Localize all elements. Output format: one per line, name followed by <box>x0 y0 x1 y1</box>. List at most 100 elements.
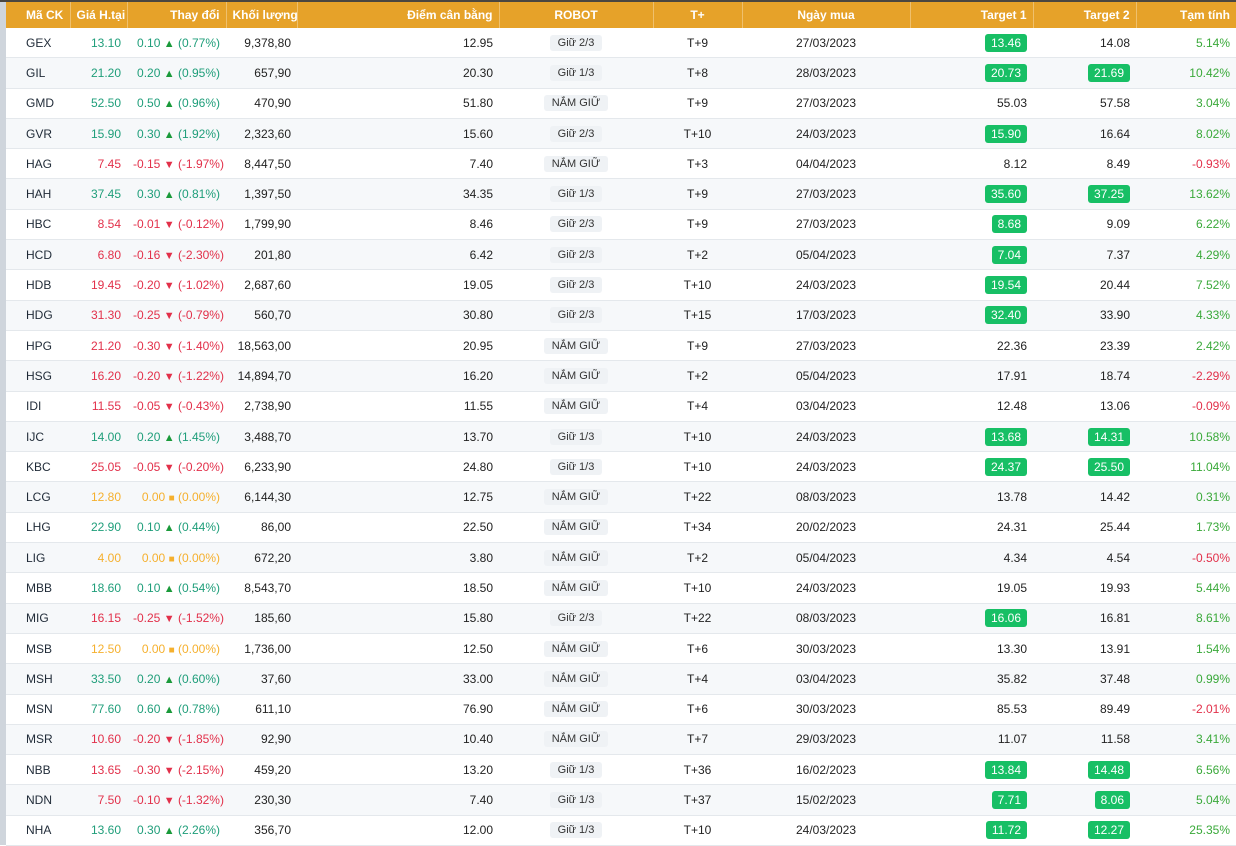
target-2: 57.58 <box>1099 96 1130 111</box>
robot-signal-badge: NẮM GIỮ <box>543 367 609 384</box>
table-row[interactable]: MSN 77.60 0.60 ▲ (0.78%) 611,10 76.90 NẮM GIỮ… <box>6 694 1236 725</box>
price-cell: 10.60 <box>70 724 127 756</box>
price-cell: 21.20 <box>70 330 127 362</box>
table-row[interactable]: LHG 22.90 0.10 ▲ (0.44%) 86,00 22.50 NẮM GIỮ T… <box>6 512 1236 544</box>
stock-code: LCG <box>26 490 51 505</box>
change-percent: (0.00%) <box>177 550 220 565</box>
table-row[interactable]: NBB 13.65 -0.30 ▼ (-2.15%) 459,20 13.20 Giữ 1… <box>6 754 1236 786</box>
table-row[interactable]: KBC 25.05 -0.05 ▼ (-0.20%) 6,233,90 24.80 Giữ… <box>6 451 1236 483</box>
arrow-down-icon: ▼ <box>163 795 175 808</box>
robot-cell: NẮM GIỮ <box>499 572 653 604</box>
change-percent: (-0.12%) <box>177 217 224 232</box>
change-percent: (-2.30%) <box>177 247 224 262</box>
header-balance-point[interactable]: Điểm cân bằng <box>297 2 500 28</box>
header-code[interactable]: Mã CK <box>6 2 71 28</box>
table-row[interactable]: NHA 13.60 0.30 ▲ (2.26%) 356,70 12.00 Giữ 1/3… <box>6 815 1236 846</box>
target-1-hit-badge: 16.06 <box>984 609 1027 628</box>
target-2: 14.42 <box>1099 490 1130 505</box>
table-row[interactable]: MSB 12.50 0.00 ■ (0.00%) 1,736,00 12.50 NẮM G… <box>6 633 1236 665</box>
table-row[interactable]: HDB 19.45 -0.20 ▼ (-1.02%) 2,687,60 19.05 Giữ… <box>6 269 1236 301</box>
balance-point: 13.70 <box>462 429 493 444</box>
header-target-1[interactable]: Target 1 <box>910 2 1034 28</box>
estimate-cell: -2.29% <box>1136 360 1236 392</box>
arrow-up-icon: ▲ <box>163 673 175 686</box>
header-change[interactable]: Thay đổi <box>127 2 227 28</box>
table-row[interactable]: HPG 21.20 -0.30 ▼ (-1.40%) 18,563,00 20.95 NẮ… <box>6 330 1236 362</box>
volume-cell: 6,233,90 <box>226 451 297 483</box>
table-row[interactable]: MIG 16.15 -0.25 ▼ (-1.52%) 185,60 15.80 Giữ 2… <box>6 603 1236 634</box>
stock-code-cell: KBC <box>6 451 70 483</box>
table-row[interactable]: HSG 16.20 -0.20 ▼ (-1.22%) 14,894,70 16.20 NẮ… <box>6 360 1236 392</box>
t-plus: T+34 <box>683 520 712 535</box>
table-row[interactable]: HAH 37.45 0.30 ▲ (0.81%) 1,397,50 34.35 Giữ 1… <box>6 178 1236 210</box>
buy-date-cell: 24/03/2023 <box>742 421 910 453</box>
t-plus-cell: T+9 <box>653 330 742 362</box>
target-2-cell: 19.93 <box>1033 572 1136 604</box>
target-1: 55.03 <box>996 96 1027 111</box>
change-cell: 0.10 ▲ (0.54%) <box>127 572 226 604</box>
target-2: 8.49 <box>1106 156 1130 171</box>
target-2: 19.93 <box>1099 580 1130 595</box>
header-robot[interactable]: ROBOT <box>499 2 654 28</box>
buy-date-cell: 16/02/2023 <box>742 754 910 786</box>
balance-cell: 12.00 <box>297 815 499 846</box>
t-plus: T+10 <box>683 126 712 141</box>
table-row[interactable]: IJC 14.00 0.20 ▲ (1.45%) 3,488,70 13.70 Giữ 1… <box>6 421 1236 453</box>
change-cell: 0.30 ▲ (1.92%) <box>127 118 226 150</box>
header-t-plus[interactable]: T+ <box>653 2 743 28</box>
target-1: 4.34 <box>1003 550 1027 565</box>
header-price[interactable]: Giá H.tại <box>70 2 128 28</box>
table-row[interactable]: GVR 15.90 0.30 ▲ (1.92%) 2,323,60 15.60 Giữ 2… <box>6 118 1236 150</box>
table-row[interactable]: HAG 7.45 -0.15 ▼ (-1.97%) 8,447,50 7.40 NẮM G… <box>6 148 1236 180</box>
balance-point: 12.00 <box>462 823 493 838</box>
t-plus-cell: T+9 <box>653 88 742 119</box>
stock-code-cell: GVR <box>6 118 70 150</box>
t-plus: T+2 <box>686 550 708 565</box>
current-price: 16.15 <box>90 611 121 626</box>
table-row[interactable]: LCG 12.80 0.00 ■ (0.00%) 6,144,30 12.75 NẮM G… <box>6 481 1236 513</box>
table-row[interactable]: MSH 33.50 0.20 ▲ (0.60%) 37,60 33.00 NẮM GIỮ T… <box>6 663 1236 695</box>
estimate-cell: 5.04% <box>1136 784 1236 816</box>
table-row[interactable]: GMD 52.50 0.50 ▲ (0.96%) 470,90 51.80 NẮM GIỮ… <box>6 88 1236 119</box>
target-2-cell: 57.58 <box>1033 88 1136 119</box>
balance-point: 8.46 <box>469 217 493 232</box>
change-percent: (1.92%) <box>177 126 220 141</box>
change-cell: -0.05 ▼ (-0.20%) <box>127 451 226 483</box>
table-row[interactable]: IDI 11.55 -0.05 ▼ (-0.43%) 2,738,90 11.55 NẮM… <box>6 391 1236 422</box>
table-row[interactable]: MSR 10.60 -0.20 ▼ (-1.85%) 92,90 10.40 NẮM GI… <box>6 724 1236 756</box>
change-percent: (-1.40%) <box>177 338 224 353</box>
t-plus: T+9 <box>686 217 708 232</box>
t-plus-cell: T+3 <box>653 148 742 180</box>
volume-cell: 2,687,60 <box>226 269 297 301</box>
target-2-cell: 37.48 <box>1033 663 1136 695</box>
buy-date: 27/03/2023 <box>795 187 857 202</box>
arrow-down-icon: ▼ <box>163 219 175 232</box>
estimate-percent: 13.62% <box>1189 187 1230 202</box>
header-volume[interactable]: Khối lượng <box>226 2 298 28</box>
table-row[interactable]: GEX 13.10 0.10 ▲ (0.77%) 9,378,80 12.95 Giữ 2… <box>6 28 1236 59</box>
table-row[interactable]: NDN 7.50 -0.10 ▼ (-1.32%) 230,30 7.40 Giữ 1/3… <box>6 784 1236 816</box>
balance-cell: 76.90 <box>297 694 499 725</box>
t-plus-cell: T+10 <box>653 815 742 846</box>
target-2: 89.49 <box>1099 702 1130 717</box>
table-row[interactable]: LIG 4.00 0.00 ■ (0.00%) 672,20 3.80 NẮM GIỮ T+… <box>6 542 1236 574</box>
table-row[interactable]: HCD 6.80 -0.16 ▼ (-2.30%) 201,80 6.42 Giữ 2/3… <box>6 239 1236 271</box>
header-estimate[interactable]: Tạm tính <box>1136 2 1236 28</box>
robot-signal-badge: Giữ 2/3 <box>549 34 603 51</box>
buy-date-cell: 03/04/2023 <box>742 663 910 695</box>
change-cell: -0.30 ▼ (-2.15%) <box>127 754 226 786</box>
table-row[interactable]: MBB 18.60 0.10 ▲ (0.54%) 8,543,70 18.50 NẮM G… <box>6 572 1236 604</box>
header-target-2[interactable]: Target 2 <box>1033 2 1137 28</box>
price-cell: 77.60 <box>70 694 127 725</box>
balance-point: 16.20 <box>462 368 493 383</box>
header-buy-date[interactable]: Ngày mua <box>742 2 911 28</box>
current-price: 52.50 <box>90 96 121 111</box>
price-cell: 14.00 <box>70 421 127 453</box>
table-row[interactable]: GIL 21.20 0.20 ▲ (0.95%) 657,90 20.30 Giữ 1/3… <box>6 57 1236 89</box>
balance-point: 12.95 <box>462 35 493 50</box>
stock-code-cell: HDB <box>6 269 70 301</box>
arrow-down-icon: ▼ <box>163 370 175 383</box>
table-row[interactable]: HBC 8.54 -0.01 ▼ (-0.12%) 1,799,90 8.46 Giữ 2… <box>6 209 1236 241</box>
table-row[interactable]: HDG 31.30 -0.25 ▼ (-0.79%) 560,70 30.80 Giữ 2… <box>6 300 1236 331</box>
stock-code: HBC <box>26 217 52 232</box>
